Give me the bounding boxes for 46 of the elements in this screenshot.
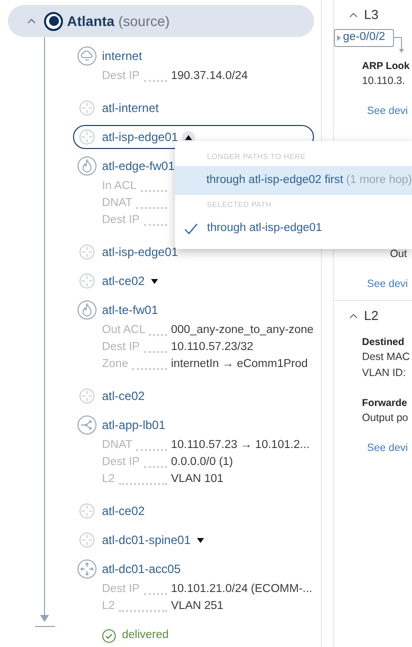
detail-label: Dest IP: [102, 582, 140, 597]
info-text: Output po: [362, 411, 408, 426]
detail-label: Out ACL: [102, 322, 146, 338]
detail-value: 0.0.0.0/0 (1): [171, 454, 234, 470]
device-name: atl-isp-edge01: [102, 129, 178, 146]
detail-label: Dest IP: [102, 340, 140, 355]
info-text: VLAN ID:: [362, 366, 406, 382]
info-heading: Destined: [362, 336, 404, 350]
device-name: atl-app-lb01: [102, 417, 166, 434]
detail-value: 190.37.14.0/24: [171, 68, 248, 84]
detail-label: Zone: [102, 356, 128, 372]
device-name: atl-te-fw01: [102, 302, 158, 319]
device-name: atl-dc01-spine01: [102, 532, 191, 549]
device-name: atl-dc01-acc05: [102, 561, 181, 578]
detail-label: L2: [102, 472, 115, 487]
detail-value: 10.101.21.0/24 (ECOMM-...: [171, 582, 312, 597]
device-name: atl-ce02: [102, 388, 145, 405]
interface-tag: ge-0/0/2: [334, 29, 394, 47]
info-heading: Forwarde: [362, 396, 408, 410]
device-name: internet: [102, 48, 142, 65]
device-name: atl-ce02: [102, 503, 145, 520]
detail-value: 10.110.57.23 → 10.101.2...: [171, 438, 310, 453]
detail-label: DNAT: [102, 196, 132, 211]
delivered-status: delivered: [122, 628, 169, 644]
source-name: Atlanta (source): [67, 12, 170, 31]
device-name: atl-edge-fw01: [102, 158, 175, 175]
detail-value: internetIn → eComm1Prod: [171, 356, 308, 372]
info-text: 10.110.3.: [362, 74, 406, 90]
info-text: Dest MAC: [362, 350, 410, 366]
device-name: atl-isp-edge01: [102, 244, 178, 261]
detail-value: VLAN 101: [171, 472, 224, 487]
detail-label: Dest IP: [102, 68, 140, 84]
detail-label: L2: [102, 598, 115, 614]
device-name: atl-internet: [102, 100, 159, 117]
detail-label: In ACL: [102, 178, 137, 194]
detail-value: 000_any-zone_to_any-zone: [171, 322, 314, 338]
device-name: atl-ce02: [102, 273, 145, 290]
detail-label: Dest IP: [102, 212, 140, 228]
info-heading: ARP Look: [362, 60, 410, 74]
detail-value: 10.110.57.23/32: [171, 340, 254, 355]
detail-value: VLAN 251: [171, 598, 224, 614]
detail-label: Dest IP: [102, 454, 140, 470]
section-title: L2: [364, 307, 378, 326]
info-text: Out: [390, 247, 407, 262]
section-title: L3: [364, 6, 378, 24]
detail-label: DNAT: [102, 438, 132, 453]
